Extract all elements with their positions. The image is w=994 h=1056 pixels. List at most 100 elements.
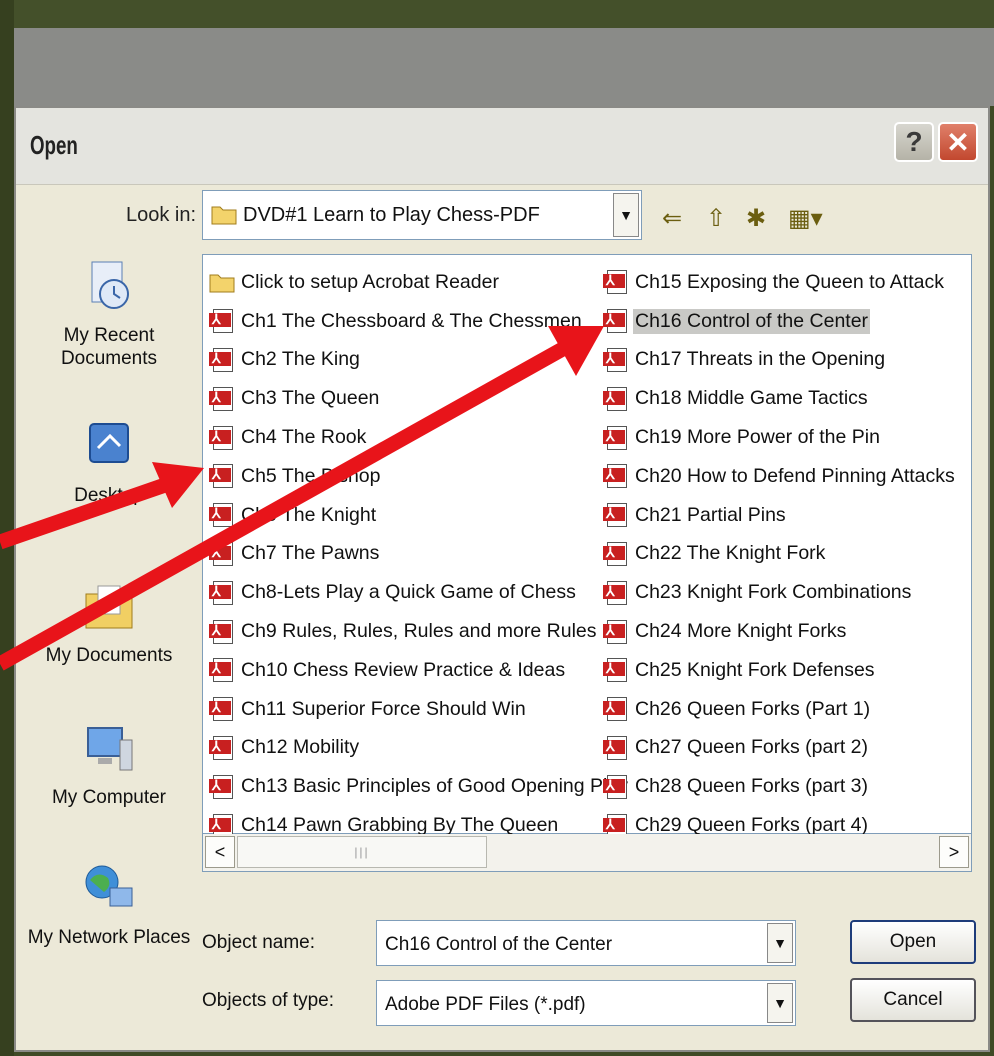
file-row[interactable]: ⅄ Ch1 The Chessboard & The Chessmen — [209, 302, 630, 341]
open-button[interactable]: Open — [850, 920, 976, 964]
pdf-file-icon: ⅄ — [209, 618, 235, 646]
my-computer-icon — [87, 727, 133, 771]
object-type-label: Objects of type: — [202, 990, 335, 1011]
file-name: Ch15 Exposing the Queen to Attack — [635, 270, 944, 293]
file-row[interactable]: ⅄ Ch10 Chess Review Practice & Ideas — [209, 651, 630, 690]
pdf-file-icon: ⅄ — [209, 346, 235, 374]
up-folder-icon[interactable]: ⇧ — [706, 204, 726, 233]
look-in-dropdown-arrow[interactable]: ▼ — [613, 193, 639, 237]
file-row[interactable]: ⅄ Ch25 Knight Fork Defenses — [603, 651, 957, 690]
file-name: Ch3 The Queen — [241, 387, 380, 410]
place-my-computer[interactable]: My Computer — [20, 720, 198, 810]
look-in-value: DVD#1 Learn to Play Chess-PDF — [243, 204, 540, 226]
file-name: Ch2 The King — [241, 348, 360, 371]
pdf-file-icon: ⅄ — [603, 540, 629, 568]
pdf-file-icon: ⅄ — [603, 656, 629, 684]
close-button[interactable]: ✕ — [938, 122, 978, 162]
look-in-combo[interactable]: DVD#1 Learn to Play Chess-PDF ▼ — [202, 190, 642, 240]
file-name: Click to setup Acrobat Reader — [241, 270, 499, 293]
file-row[interactable]: ⅄ Ch22 The Knight Fork — [603, 535, 957, 574]
scroll-right-button[interactable]: > — [939, 836, 969, 868]
place-label: My Documents — [45, 645, 173, 666]
pdf-file-icon: ⅄ — [209, 579, 235, 607]
file-name: Ch24 More Knight Forks — [635, 620, 847, 643]
place-desktop[interactable]: Desktop — [20, 418, 198, 508]
recent-documents-icon — [91, 261, 129, 309]
file-row[interactable]: ⅄ Ch3 The Queen — [209, 379, 630, 418]
file-row[interactable]: ⅄ Ch18 Middle Game Tactics — [603, 379, 957, 418]
back-arrow-icon[interactable]: ⇐ — [662, 204, 682, 233]
help-button[interactable]: ? — [894, 122, 934, 162]
pdf-file-icon: ⅄ — [209, 695, 235, 723]
file-row[interactable]: ⅄ Ch21 Partial Pins — [603, 496, 957, 535]
file-name: Ch6 The Knight — [241, 503, 377, 526]
file-row[interactable]: ⅄ Ch26 Queen Forks (Part 1) — [603, 690, 957, 729]
view-menu-icon[interactable]: ▦▾ — [788, 204, 823, 233]
pdf-file-icon: ⅄ — [603, 734, 629, 762]
file-name: Ch25 Knight Fork Defenses — [635, 658, 875, 681]
pdf-file-icon: ⅄ — [603, 462, 629, 490]
place-label: My Computer — [51, 787, 167, 808]
scroll-left-button[interactable]: < — [205, 836, 235, 868]
file-name: Ch22 The Knight Fork — [635, 542, 826, 565]
file-row[interactable]: ⅄ Ch12 Mobility — [209, 729, 630, 768]
object-name-field[interactable]: Ch16 Control of the Center ▼ — [376, 920, 796, 966]
file-name: Ch27 Queen Forks (part 2) — [635, 736, 869, 759]
file-name: Ch7 The Pawns — [241, 542, 380, 565]
new-folder-icon[interactable]: ✱ — [746, 204, 766, 233]
place-network-places[interactable]: My Network Places — [20, 860, 198, 950]
file-name: Ch4 The Rook — [241, 426, 367, 449]
file-list[interactable]: Click to setup Acrobat Reader ⅄ Ch1 The Ch… — [202, 254, 972, 838]
file-row[interactable]: ⅄ Ch13 Basic Principles of Good Opening P… — [209, 767, 630, 806]
pdf-file-icon: ⅄ — [209, 385, 235, 413]
file-row[interactable]: ⅄ Ch23 Knight Fork Combinations — [603, 573, 957, 612]
pdf-file-icon: ⅄ — [603, 307, 629, 335]
pdf-file-icon: ⅄ — [603, 424, 629, 452]
file-row[interactable]: ⅄ Ch9 Rules, Rules, Rules and more Rules — [209, 612, 630, 651]
dialog-title: Open — [30, 130, 78, 160]
pdf-file-icon: ⅄ — [603, 501, 629, 529]
look-in-label: Look in: — [126, 204, 197, 226]
object-name-dropdown-arrow[interactable]: ▼ — [767, 923, 793, 963]
file-row[interactable]: ⅄ Ch6 The Knight — [209, 496, 630, 535]
file-name: Ch16 Control of the Center — [633, 308, 871, 334]
object-type-dropdown-arrow[interactable]: ▼ — [767, 983, 793, 1023]
file-name: Ch19 More Power of the Pin — [635, 426, 880, 449]
file-name: Ch12 Mobility — [241, 736, 360, 759]
pdf-file-icon: ⅄ — [603, 618, 629, 646]
horizontal-scrollbar[interactable]: < ||| > — [202, 834, 972, 872]
background-left-strip — [0, 0, 14, 1056]
network-places-icon — [85, 865, 133, 907]
file-row[interactable]: ⅄ Ch2 The King — [209, 341, 630, 380]
object-name-label: Object name: — [202, 932, 315, 953]
file-name: Ch18 Middle Game Tactics — [635, 387, 868, 410]
pdf-file-icon: ⅄ — [209, 656, 235, 684]
file-row[interactable]: ⅄ Ch17 Threats in the Opening — [603, 341, 957, 380]
folder-row[interactable]: Click to setup Acrobat Reader — [209, 263, 630, 302]
pdf-file-icon: ⅄ — [209, 462, 235, 490]
place-my-documents[interactable]: My Documents — [20, 578, 198, 668]
file-row[interactable]: ⅄ Ch20 How to Defend Pinning Attacks — [603, 457, 957, 496]
title-bar[interactable]: Open ? ✕ — [16, 108, 988, 185]
file-row[interactable]: ⅄ Ch15 Exposing the Queen to Attack — [603, 263, 957, 302]
pdf-file-icon: ⅄ — [603, 346, 629, 374]
file-row[interactable]: ⅄ Ch24 More Knight Forks — [603, 612, 957, 651]
file-row[interactable]: ⅄ Ch16 Control of the Center — [603, 302, 957, 341]
cancel-button[interactable]: Cancel — [850, 978, 976, 1022]
file-row[interactable]: ⅄ Ch11 Superior Force Should Win — [209, 690, 630, 729]
file-row[interactable]: ⅄ Ch27 Queen Forks (part 2) — [603, 729, 957, 768]
place-recent-documents[interactable]: My Recent Documents — [20, 258, 198, 371]
file-row[interactable]: ⅄ Ch28 Queen Forks (part 3) — [603, 767, 957, 806]
file-name: Ch20 How to Defend Pinning Attacks — [635, 464, 955, 487]
file-row[interactable]: ⅄ Ch4 The Rook — [209, 418, 630, 457]
file-row[interactable]: ⅄ Ch19 More Power of the Pin — [603, 418, 957, 457]
object-type-select[interactable]: Adobe PDF Files (*.pdf) ▼ — [376, 980, 796, 1026]
file-row[interactable]: ⅄ Ch8-Lets Play a Quick Game of Chess — [209, 573, 630, 612]
file-row[interactable]: ⅄ Ch7 The Pawns — [209, 535, 630, 574]
file-name: Ch11 Superior Force Should Win — [241, 697, 526, 720]
slide-banner — [14, 28, 994, 106]
scroll-thumb[interactable]: ||| — [237, 836, 487, 868]
file-row[interactable]: ⅄ Ch5 The Bishop — [209, 457, 630, 496]
file-name: Ch17 Threats in the Opening — [635, 348, 886, 371]
object-type-value: Adobe PDF Files (*.pdf) — [385, 994, 586, 1015]
